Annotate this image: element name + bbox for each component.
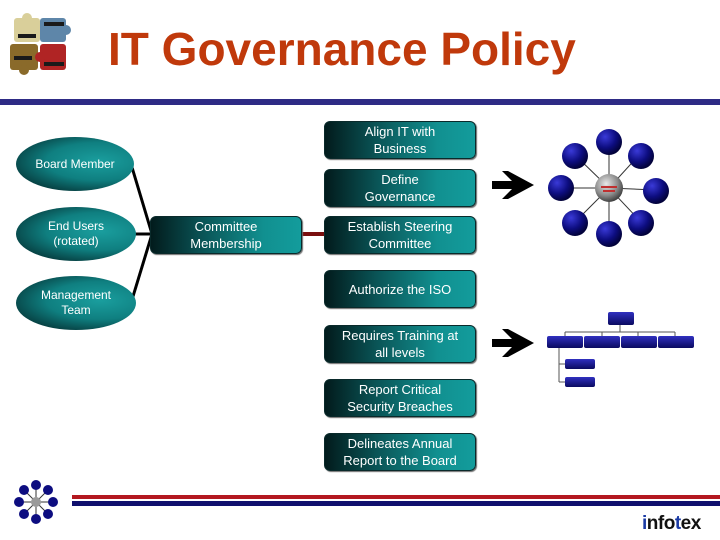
policy-step-label: Report Critical Security Breaches — [347, 382, 453, 414]
policy-step-report-breaches: Report Critical Security Breaches — [324, 379, 476, 417]
stakeholder-label: End Users (rotated) — [47, 219, 105, 248]
org-node — [658, 336, 694, 348]
committee-label: Committee Membership — [190, 219, 262, 251]
hub-node — [562, 143, 588, 169]
policy-step-annual-report: Delineates Annual Report to the Board — [324, 433, 476, 471]
policy-step-label: Establish Steering Committee — [347, 219, 453, 251]
hub-node — [628, 210, 654, 236]
policy-step-align-it: Align IT with Business — [324, 121, 476, 159]
hub-node — [596, 129, 622, 155]
policy-step-label: Define Governance — [364, 172, 436, 204]
right-arrow-icon — [492, 171, 534, 199]
hub-node — [562, 210, 588, 236]
infotex-brand: infotex — [642, 513, 701, 535]
policy-step-label: Align IT with Business — [364, 124, 436, 156]
training-org-chart — [547, 312, 694, 387]
hub-node — [596, 221, 622, 247]
policy-step-authorize-iso: Authorize the ISO — [324, 270, 476, 308]
hub-node — [643, 178, 669, 204]
stakeholder-label: Board Member — [35, 156, 115, 171]
org-node — [565, 359, 595, 369]
org-node — [584, 336, 620, 348]
policy-step-label: Requires Training at all levels — [341, 328, 459, 360]
footer-navy-rule — [72, 501, 720, 506]
connector-board — [129, 163, 154, 235]
footer-red-rule — [72, 495, 720, 499]
org-node — [608, 312, 634, 325]
policy-step-label: Authorize the ISO — [348, 281, 452, 297]
brand-nfo: nfo — [646, 513, 676, 534]
org-node — [621, 336, 657, 348]
policy-step-label: Delineates Annual Report to the Board — [343, 436, 457, 468]
stakeholder-board-member: Board Member — [16, 137, 134, 191]
org-node — [565, 377, 595, 387]
policy-step-define-governance: Define Governance — [324, 169, 476, 207]
hub-icon — [14, 480, 58, 524]
stakeholder-end-users: End Users (rotated) — [16, 207, 136, 261]
governance-hub-diagram — [548, 129, 669, 247]
stakeholder-label: Management Team — [40, 288, 112, 317]
right-arrow-icon — [492, 329, 534, 357]
brand-ex: ex — [680, 513, 702, 534]
org-node — [547, 336, 583, 348]
policy-step-requires-training: Requires Training at all levels — [324, 325, 476, 363]
hub-node — [628, 143, 654, 169]
hub-node — [548, 175, 574, 201]
policy-step-establish-steering: Establish Steering Committee — [324, 216, 476, 254]
stakeholder-management-team: Management Team — [16, 276, 136, 330]
connector-management — [129, 233, 154, 304]
committee-membership-box: Committee Membership — [150, 216, 302, 254]
